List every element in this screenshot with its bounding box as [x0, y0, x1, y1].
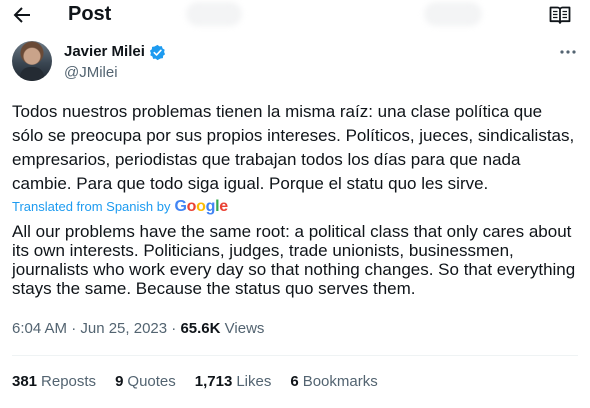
translation-text: All our problems have the same root: a p…	[12, 222, 576, 298]
views-label: Views	[224, 320, 265, 337]
translation-attribution[interactable]: Translated from Spanish by Google	[12, 198, 228, 216]
avatar-figure	[20, 67, 44, 81]
reader-mode-icon[interactable]	[549, 5, 571, 25]
author-name[interactable]: Javier Milei	[64, 42, 145, 62]
likes-stat[interactable]: 1,713 Likes	[195, 372, 272, 392]
translated-label[interactable]: Translated from Spanish by	[12, 198, 170, 216]
quotes-count: 9	[115, 373, 124, 390]
verified-badge-icon[interactable]	[149, 44, 166, 61]
reposts-stat[interactable]: 381 Reposts	[12, 372, 96, 392]
author-name-row: Javier Milei	[64, 42, 166, 62]
author-handle[interactable]: @JMilei	[64, 63, 118, 83]
tweet-meta: 6:04 AM · Jun 25, 2023 · 65.6K Views	[12, 319, 264, 339]
tweet-timestamp[interactable]: 6:04 AM · Jun 25, 2023 ·	[12, 320, 176, 337]
top-bar: Post	[0, 0, 590, 30]
divider	[12, 355, 578, 356]
blurred-tab-placeholder	[186, 2, 242, 26]
quotes-label: Quotes	[127, 373, 176, 390]
bookmarks-stat[interactable]: 6 Bookmarks	[290, 372, 377, 392]
tweet-text: Todos nuestros problemas tienen la misma…	[12, 102, 575, 193]
bookmarks-count: 6	[290, 373, 299, 390]
avatar[interactable]	[12, 41, 52, 81]
likes-label: Likes	[236, 373, 272, 390]
views-count: 65.6K	[180, 320, 221, 337]
google-logo: Google	[174, 198, 228, 215]
quotes-stat[interactable]: 9 Quotes	[115, 372, 176, 392]
reposts-count: 381	[12, 373, 38, 390]
engagement-stats: 381 Reposts 9 Quotes 1,713 Likes 6 Bookmarks	[12, 372, 397, 392]
blurred-tab-placeholder	[424, 2, 482, 26]
more-options-icon[interactable]	[558, 42, 578, 62]
page-title: Post	[68, 3, 112, 25]
reposts-label: Reposts	[41, 373, 97, 390]
back-arrow-icon[interactable]	[10, 3, 34, 27]
bookmarks-label: Bookmarks	[302, 373, 378, 390]
likes-count: 1,713	[194, 373, 233, 390]
